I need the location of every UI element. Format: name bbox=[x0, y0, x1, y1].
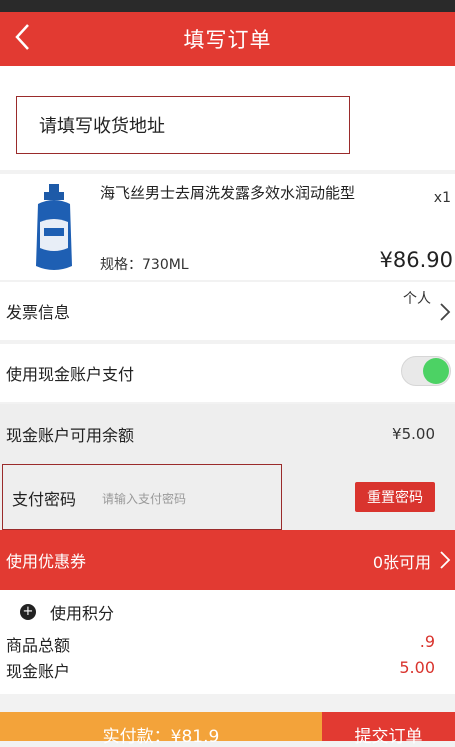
cash-account-toggle[interactable] bbox=[401, 356, 451, 386]
product-name: 海飞丝男士去屑洗发露多效水润动能型 bbox=[100, 184, 356, 202]
points-label[interactable]: 使用积分 bbox=[50, 600, 114, 624]
invoice-label: 发票信息 bbox=[6, 303, 71, 322]
payment-password-row: 支付密码 重置密码 bbox=[0, 464, 455, 530]
invoice-row[interactable]: 发票信息 个人 bbox=[0, 282, 455, 340]
product-spec: 规格：730ML bbox=[100, 257, 189, 273]
product-price: ¥86.90 bbox=[379, 248, 453, 272]
product-item[interactable]: 海飞丝男士去屑洗发露多效水润动能型 x1 规格：730ML ¥86.90 bbox=[0, 174, 455, 280]
chevron-right-icon bbox=[439, 550, 451, 574]
payment-password-label: 支付密码 bbox=[12, 490, 77, 509]
goods-total-label: 商品总额 bbox=[6, 636, 71, 655]
coupon-row[interactable]: 使用优惠券 0张可用 bbox=[0, 530, 455, 590]
chevron-right-icon bbox=[439, 302, 451, 326]
payment-password-input[interactable] bbox=[100, 488, 274, 510]
cash-account-summary-value: 5.00 bbox=[399, 658, 435, 677]
points-summary-section: + 使用积分 商品总额 .9 现金账户 5.00 bbox=[0, 590, 455, 694]
chevron-left-icon bbox=[14, 23, 30, 55]
amount-payable: 实付款：¥81.9 bbox=[0, 712, 322, 747]
reset-password-button[interactable]: 重置密码 bbox=[355, 482, 435, 512]
cash-account-summary-label: 现金账户 bbox=[6, 662, 71, 681]
invoice-value: 个人 bbox=[403, 291, 431, 307]
footer-bar: 实付款：¥81.9 提交订单 bbox=[0, 712, 455, 747]
submit-order-button[interactable]: 提交订单 bbox=[322, 712, 455, 747]
header-bar: 填写订单 bbox=[0, 12, 455, 66]
plus-icon[interactable]: + bbox=[20, 604, 36, 620]
address-field[interactable]: 请填写收货地址 bbox=[16, 96, 350, 154]
coupon-label: 使用优惠券 bbox=[6, 552, 87, 571]
product-image bbox=[22, 182, 86, 274]
toggle-knob bbox=[423, 358, 449, 384]
product-quantity: x1 bbox=[433, 190, 451, 206]
balance-amount: ¥5.00 bbox=[392, 425, 435, 443]
page-title: 填写订单 bbox=[183, 28, 272, 52]
status-bar bbox=[0, 0, 455, 12]
address-section: 请填写收货地址 bbox=[0, 66, 455, 170]
coupon-count: 0张可用 bbox=[372, 553, 431, 572]
back-button[interactable] bbox=[6, 20, 38, 58]
cash-account-row: 使用现金账户支付 bbox=[0, 344, 455, 402]
goods-total-value: .9 bbox=[419, 632, 435, 651]
balance-row: 现金账户可用余额 ¥5.00 bbox=[0, 404, 455, 464]
cash-account-label: 使用现金账户支付 bbox=[6, 365, 135, 384]
balance-label: 现金账户可用余额 bbox=[6, 426, 135, 445]
